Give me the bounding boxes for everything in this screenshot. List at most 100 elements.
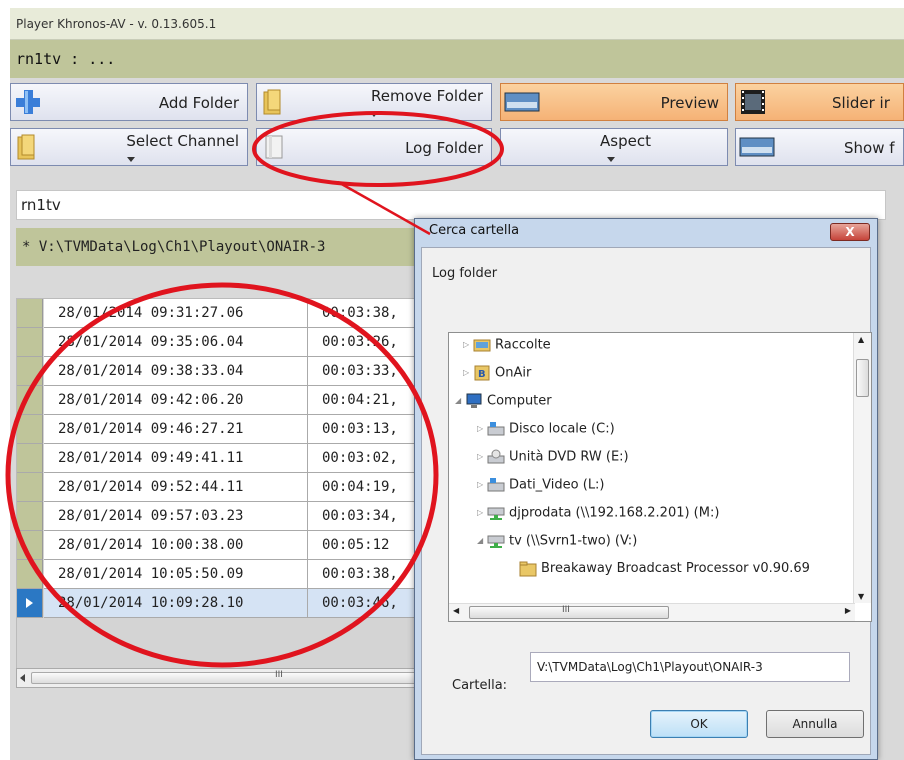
cell-datetime[interactable]: 28/01/2014 09:57:03.23 bbox=[44, 502, 308, 531]
table-row[interactable]: 28/01/2014 09:35:06.04 00:03:26, bbox=[17, 328, 427, 357]
cell-duration[interactable]: 00:05:12 bbox=[308, 531, 427, 560]
channel-input[interactable]: rn1tv bbox=[16, 190, 886, 220]
expander-icon[interactable]: ▷ bbox=[477, 447, 487, 467]
slider-button[interactable]: Slider ir bbox=[735, 83, 904, 121]
scrollbar-thumb[interactable] bbox=[31, 672, 421, 684]
tree-item[interactable]: ▷ B OnAir bbox=[463, 363, 531, 384]
row-header[interactable] bbox=[17, 560, 43, 589]
aspect-button[interactable]: Aspect bbox=[500, 128, 728, 166]
cell-duration[interactable]: 00:03:33, bbox=[308, 357, 427, 386]
scroll-left-icon[interactable] bbox=[20, 674, 25, 682]
library-icon bbox=[473, 338, 495, 353]
select-channel-label: Select Channel bbox=[126, 132, 239, 150]
log-folder-button[interactable]: Log Folder bbox=[256, 128, 492, 166]
row-header[interactable] bbox=[17, 415, 43, 444]
tree-item[interactable]: ▷ Dati_Video (L:) bbox=[477, 475, 605, 496]
cell-duration[interactable]: 00:03:34, bbox=[308, 502, 427, 531]
row-header[interactable] bbox=[17, 386, 43, 415]
drive-icon bbox=[487, 478, 509, 493]
cell-datetime[interactable]: 28/01/2014 09:38:33.04 bbox=[44, 357, 308, 386]
table-row[interactable]: 28/01/2014 09:49:41.11 00:03:02, bbox=[17, 444, 427, 473]
cell-duration[interactable]: 00:03:13, bbox=[308, 415, 427, 444]
log-grid: 28/01/2014 09:31:27.06 00:03:38, 28/01/201… bbox=[16, 298, 428, 681]
remove-folder-button[interactable]: Remove Folder bbox=[256, 83, 492, 121]
dropdown-arrow-icon bbox=[607, 157, 615, 162]
table-row[interactable]: 28/01/2014 09:42:06.20 00:04:21, bbox=[17, 386, 427, 415]
cell-duration[interactable]: 00:03:26, bbox=[308, 328, 427, 357]
svg-text:B: B bbox=[478, 369, 486, 380]
cell-datetime[interactable]: 28/01/2014 10:00:38.00 bbox=[44, 531, 308, 560]
cell-duration[interactable]: 00:03:46, bbox=[308, 589, 427, 618]
select-channel-button[interactable]: Select Channel bbox=[10, 128, 248, 166]
expander-icon[interactable]: ▷ bbox=[477, 503, 487, 523]
expander-icon[interactable]: ▷ bbox=[463, 335, 473, 355]
table-row[interactable]: 28/01/2014 09:31:27.06 00:03:38, bbox=[17, 299, 427, 328]
folder-path-input[interactable]: V:\TVMData\Log\Ch1\Playout\ONAIR-3 bbox=[530, 652, 850, 682]
dialog-subtitle: Log folder bbox=[432, 266, 498, 281]
show-button[interactable]: Show f bbox=[735, 128, 904, 166]
scroll-left-icon[interactable]: ◀ bbox=[453, 606, 459, 615]
table-row[interactable]: 28/01/2014 09:38:33.04 00:03:33, bbox=[17, 357, 427, 386]
expander-icon[interactable]: ◢ bbox=[477, 531, 487, 551]
cell-datetime[interactable]: 28/01/2014 10:05:50.09 bbox=[44, 560, 308, 589]
tree-item[interactable]: ◢ Computer bbox=[455, 391, 552, 412]
preview-label: Preview bbox=[660, 94, 719, 112]
cell-datetime[interactable]: 28/01/2014 09:35:06.04 bbox=[44, 328, 308, 357]
channel-header: rn1tv : ... bbox=[10, 40, 904, 78]
cell-duration[interactable]: 00:04:19, bbox=[308, 473, 427, 502]
cell-duration[interactable]: 00:03:38, bbox=[308, 299, 427, 328]
expander-icon[interactable]: ▷ bbox=[477, 419, 487, 439]
folder-tree: ▷ Raccolte ▷ B OnAir ◢ Computer ▷ Disco locale (… bbox=[448, 332, 872, 622]
table-row[interactable]: 28/01/2014 09:52:44.11 00:04:19, bbox=[17, 473, 427, 502]
table-row[interactable]: 28/01/2014 09:57:03.23 00:03:34, bbox=[17, 502, 427, 531]
table-row[interactable]: 28/01/2014 10:00:38.00 00:05:12 bbox=[17, 531, 427, 560]
onair-folder-icon: B bbox=[473, 365, 495, 381]
table-row[interactable]: 28/01/2014 10:05:50.09 00:03:38, bbox=[17, 560, 427, 589]
add-folder-button[interactable]: Add Folder bbox=[10, 83, 248, 121]
cell-duration[interactable]: 00:03:38, bbox=[308, 560, 427, 589]
cell-datetime[interactable]: 28/01/2014 10:09:28.10 bbox=[44, 589, 308, 618]
cell-duration[interactable]: 00:03:02, bbox=[308, 444, 427, 473]
table-row[interactable]: 28/01/2014 10:09:28.10 00:03:46, bbox=[17, 589, 427, 618]
browse-folder-dialog: Cerca cartella X Log folder ▷ Raccolte ▷ B O… bbox=[414, 218, 878, 760]
row-header[interactable] bbox=[17, 299, 43, 328]
cancel-button[interactable]: Annulla bbox=[766, 710, 864, 738]
cell-datetime[interactable]: 28/01/2014 09:31:27.06 bbox=[44, 299, 308, 328]
row-header[interactable] bbox=[17, 502, 43, 531]
tree-item[interactable]: ◢ tv (\\Svrn1-two) (V:) bbox=[477, 531, 637, 552]
cell-datetime[interactable]: 28/01/2014 09:42:06.20 bbox=[44, 386, 308, 415]
scroll-up-icon[interactable]: ▲ bbox=[858, 335, 864, 344]
tree-horizontal-scrollbar[interactable]: ◀ III ▶ bbox=[449, 603, 855, 621]
row-header[interactable] bbox=[17, 357, 43, 386]
row-header[interactable] bbox=[17, 589, 43, 618]
expander-icon[interactable]: ◢ bbox=[455, 391, 465, 411]
preview-button[interactable]: Preview bbox=[500, 83, 728, 121]
tree-vertical-scrollbar[interactable]: ▲ ▼ bbox=[853, 333, 871, 603]
tree-item[interactable]: ▷ djprodata (\\192.168.2.201) (M:) bbox=[477, 503, 719, 524]
cell-datetime[interactable]: 28/01/2014 09:49:41.11 bbox=[44, 444, 308, 473]
row-header[interactable] bbox=[17, 473, 43, 502]
tree-item[interactable]: ▷ Disco locale (C:) bbox=[477, 419, 615, 440]
tree-item[interactable]: Breakaway Broadcast Processor v0.90.69 bbox=[509, 559, 810, 579]
row-header[interactable] bbox=[17, 328, 43, 357]
expander-icon[interactable]: ▷ bbox=[463, 363, 473, 383]
row-header[interactable] bbox=[17, 444, 43, 473]
dvd-drive-icon bbox=[487, 449, 509, 465]
scrollbar-thumb[interactable] bbox=[856, 359, 869, 397]
ok-button[interactable]: OK bbox=[650, 710, 748, 738]
scroll-right-icon[interactable]: ▶ bbox=[845, 606, 851, 615]
tree-item[interactable]: ▷ Unità DVD RW (E:) bbox=[477, 447, 629, 468]
cell-datetime[interactable]: 28/01/2014 09:52:44.11 bbox=[44, 473, 308, 502]
row-header[interactable] bbox=[17, 531, 43, 560]
grid-horizontal-scrollbar[interactable]: III bbox=[16, 668, 428, 688]
dropdown-arrow-icon bbox=[127, 157, 135, 162]
tree-item[interactable]: ▷ Raccolte bbox=[463, 335, 551, 356]
close-button[interactable]: X bbox=[830, 223, 870, 241]
cell-duration[interactable]: 00:04:21, bbox=[308, 386, 427, 415]
expander-icon[interactable]: ▷ bbox=[477, 475, 487, 495]
scroll-down-icon[interactable]: ▼ bbox=[858, 592, 864, 601]
folder-icon bbox=[519, 561, 541, 576]
cell-datetime[interactable]: 28/01/2014 09:46:27.21 bbox=[44, 415, 308, 444]
table-row[interactable]: 28/01/2014 09:46:27.21 00:03:13, bbox=[17, 415, 427, 444]
computer-icon bbox=[465, 393, 487, 409]
